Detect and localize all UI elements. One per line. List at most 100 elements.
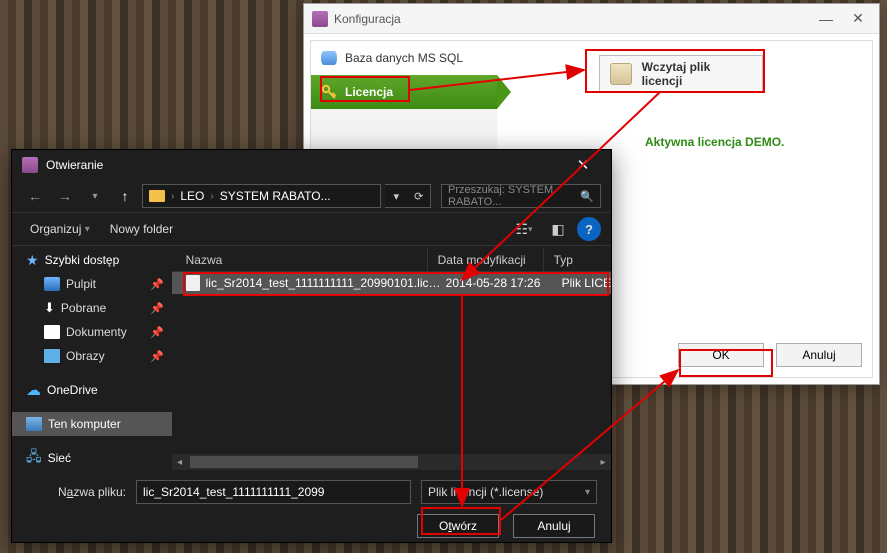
tree-documents[interactable]: Dokumenty 📌 (12, 320, 172, 344)
cloud-icon: ☁ (26, 381, 41, 399)
tree-label: Szybki dostęp (45, 253, 120, 267)
pin-icon: 📌 (150, 326, 164, 339)
horizontal-scrollbar[interactable]: ◂ ▸ (172, 454, 611, 470)
app-icon (312, 11, 328, 27)
help-button[interactable]: ? (577, 217, 601, 241)
star-icon: ★ (26, 252, 39, 269)
tree-label: Ten komputer (48, 417, 121, 431)
file-row[interactable]: lic_Sr2014_test_1111111111_20990101.lice… (172, 272, 611, 294)
file-name: lic_Sr2014_test_1111111111_20990101.lice… (206, 276, 442, 290)
minimize-button[interactable]: — (813, 10, 839, 28)
column-date[interactable]: Data modyfikacji (428, 248, 544, 271)
path-segment[interactable]: SYSTEM RABATO... (220, 189, 331, 203)
open-button[interactable]: Otwórz (417, 514, 499, 538)
organize-label: Organizuj (30, 222, 81, 236)
file-list: Nazwa Data modyfikacji Typ lic_Sr2014_te… (172, 248, 611, 470)
file-open-navbar: ← → ▾ ↑ › LEO › SYSTEM RABATO... ▾ ⟳ Prz… (12, 180, 611, 212)
app-icon (22, 157, 38, 173)
view-mode-button[interactable]: ☷ ▾ (509, 217, 539, 241)
sidebar-item-database[interactable]: Baza danych MS SQL (311, 41, 497, 75)
license-status-text: Aktywna licencja DEMO. (645, 135, 784, 149)
config-button-row: OK Anuluj (678, 343, 862, 367)
desktop-icon (44, 277, 60, 291)
file-open-body: ★ Szybki dostęp Pulpit 📌 ⬇ Pobrane 📌 Dokumen… (12, 248, 611, 470)
certificate-icon (610, 63, 632, 85)
chevron-right-icon: › (171, 191, 174, 202)
scroll-left-icon[interactable]: ◂ (172, 457, 188, 468)
tree-this-pc[interactable]: Ten komputer (12, 412, 172, 436)
list-header: Nazwa Data modyfikacji Typ (172, 248, 611, 272)
filetype-value: Plik licencji (*.license) (428, 485, 543, 499)
tree-desktop[interactable]: Pulpit 📌 (12, 272, 172, 296)
tree-label: Obrazy (66, 349, 105, 363)
filename-label: Nazwa pliku: (26, 485, 126, 499)
sidebar-item-label: Licencja (345, 85, 393, 99)
config-titlebar: Konfiguracja — ✕ (304, 4, 879, 34)
file-open-footer: Nazwa pliku: Plik licencji (*.license) ▾… (12, 470, 611, 542)
tree-label: Pobrane (61, 301, 106, 315)
load-license-button[interactable]: Wczytaj plik licencji (599, 55, 763, 93)
network-icon: 🖧 (26, 446, 42, 470)
tree-quick-access[interactable]: ★ Szybki dostęp (12, 248, 172, 272)
tree-onedrive[interactable]: ☁ OneDrive (12, 378, 172, 402)
folder-icon (149, 190, 165, 202)
database-icon (321, 51, 337, 65)
cancel-button[interactable]: Anuluj (776, 343, 862, 367)
ok-button[interactable]: OK (678, 343, 764, 367)
path-segment[interactable]: LEO (180, 189, 204, 203)
pictures-icon (44, 349, 60, 363)
search-input[interactable]: Przeszukaj: SYSTEM RABATO... 🔍 (441, 184, 601, 208)
preview-pane-button[interactable]: ◧ (543, 217, 573, 241)
tree-label: OneDrive (47, 383, 98, 397)
tree-downloads[interactable]: ⬇ Pobrane 📌 (12, 296, 172, 320)
file-open-toolbar: Organizuj ▾ Nowy folder ☷ ▾ ◧ ? (12, 212, 611, 246)
file-icon (186, 275, 200, 291)
chevron-down-icon: ▾ (85, 224, 90, 235)
cancel-button[interactable]: Anuluj (513, 514, 595, 538)
tree-label: Dokumenty (66, 325, 127, 339)
file-open-title: Otwieranie (46, 158, 103, 172)
column-name[interactable]: Nazwa (172, 248, 428, 271)
file-type: Plik LICE (558, 276, 611, 290)
download-icon: ⬇ (44, 300, 55, 316)
key-icon (321, 84, 337, 100)
scrollbar-thumb[interactable] (190, 456, 418, 468)
pc-icon (26, 417, 42, 431)
up-button[interactable]: ↑ (112, 184, 138, 208)
folder-tree: ★ Szybki dostęp Pulpit 📌 ⬇ Pobrane 📌 Dokumen… (12, 248, 172, 470)
filename-input[interactable] (136, 480, 411, 504)
chevron-down-icon: ▾ (585, 487, 590, 498)
tree-network[interactable]: 🖧 Sieć (12, 446, 172, 470)
organize-menu[interactable]: Organizuj ▾ (22, 213, 98, 245)
pin-icon: 📌 (150, 350, 164, 363)
scroll-right-icon[interactable]: ▸ (595, 457, 611, 468)
load-license-label: Wczytaj plik licencji (642, 60, 752, 88)
forward-button: → (52, 184, 78, 208)
file-open-titlebar: Otwieranie ✕ (12, 150, 611, 180)
sidebar-item-license[interactable]: Licencja (311, 75, 497, 109)
config-title: Konfiguracja (334, 12, 401, 26)
filetype-select[interactable]: Plik licencji (*.license) ▾ (421, 480, 597, 504)
recent-dropdown[interactable]: ▾ (82, 184, 108, 208)
search-icon: 🔍 (580, 190, 594, 203)
new-folder-button[interactable]: Nowy folder (102, 213, 181, 245)
breadcrumb[interactable]: › LEO › SYSTEM RABATO... (142, 184, 381, 208)
chevron-right-icon: › (210, 191, 213, 202)
refresh-button[interactable]: ⟳ (408, 185, 431, 207)
tree-pictures[interactable]: Obrazy 📌 (12, 344, 172, 368)
tree-label: Sieć (48, 451, 71, 465)
path-actions: ▾ ⟳ (385, 184, 431, 208)
search-placeholder: Przeszukaj: SYSTEM RABATO... (448, 184, 574, 208)
path-dropdown[interactable]: ▾ (385, 185, 408, 207)
sidebar-item-label: Baza danych MS SQL (345, 51, 463, 65)
close-button[interactable]: ✕ (565, 151, 601, 179)
column-type[interactable]: Typ (544, 248, 611, 271)
pin-icon: 📌 (150, 302, 164, 315)
file-date: 2014-05-28 17:26 (442, 276, 558, 290)
close-button[interactable]: ✕ (845, 10, 871, 28)
pin-icon: 📌 (150, 278, 164, 291)
back-button[interactable]: ← (22, 184, 48, 208)
file-open-dialog: Otwieranie ✕ ← → ▾ ↑ › LEO › SYSTEM RABA… (11, 149, 612, 543)
tree-label: Pulpit (66, 277, 96, 291)
document-icon (44, 325, 60, 339)
